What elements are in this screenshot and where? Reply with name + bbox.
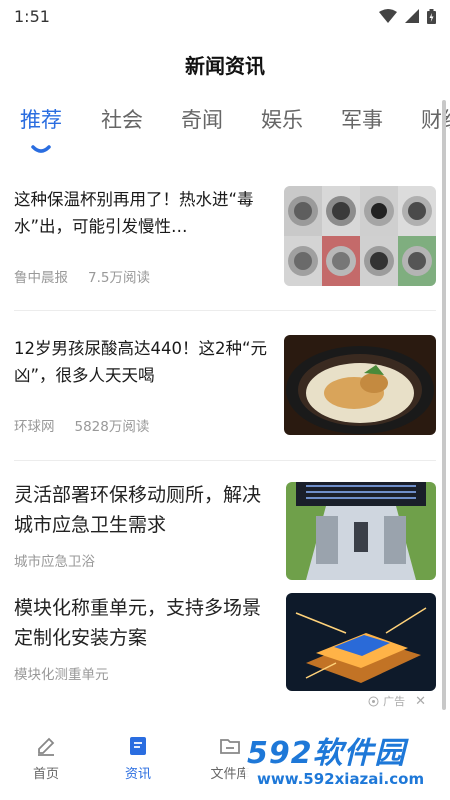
tab-military[interactable]: 军事 <box>322 104 402 164</box>
news-title: 这种保温杯别再用了！热水进“毒水”出，可能引发慢性… <box>14 190 254 236</box>
tab-recommend[interactable]: 推荐 <box>0 104 82 164</box>
tab-oddities[interactable]: 奇闻 <box>162 104 242 164</box>
watermark-logo: 592软件园 <box>247 736 406 771</box>
ad-meta: 城市应急卫浴 <box>14 550 95 570</box>
news-item[interactable]: 这种保温杯别再用了！热水进“毒水”出，可能引发慢性… 鲁中晨报 7.5万阅读 <box>14 186 436 286</box>
ad-badge: 广告 ✕ <box>368 693 426 709</box>
news-item[interactable]: 12岁男孩尿酸高达440！这2种“元凶”，很多人天天喝 环球网 5828万阅读 <box>14 335 436 435</box>
scrollbar[interactable] <box>442 100 446 710</box>
battery-icon <box>427 8 436 24</box>
divider <box>14 310 436 311</box>
news-source: 鲁中晨报 <box>14 270 68 286</box>
ad-title: 灵活部署环保移动厕所，解决城市应急卫生需求 <box>14 484 262 536</box>
ad-title: 模块化称重单元，支持多场景定制化安装方案 <box>14 597 262 649</box>
news-thumbnail <box>284 186 436 286</box>
ad-item[interactable]: 模块化称重单元，支持多场景定制化安装方案 模块化测重单元 广告 ✕ <box>14 593 436 709</box>
close-icon[interactable]: ✕ <box>415 694 426 709</box>
ad-thumbnail <box>286 482 436 580</box>
ad-info-icon <box>368 696 379 706</box>
nav-label: 资讯 <box>124 767 151 782</box>
nav-label: 首页 <box>32 767 59 782</box>
tab-active-indicator <box>31 145 51 153</box>
category-tabs: 推荐 社会 奇闻 娱乐 军事 财经 <box>0 104 450 164</box>
status-time: 1:51 <box>14 6 50 26</box>
folder-icon <box>220 739 240 754</box>
news-title: 12岁男孩尿酸高达440！这2种“元凶”，很多人天天喝 <box>14 339 268 385</box>
site-watermark: 592软件园 www.592xiazai.com <box>245 718 450 800</box>
ad-badge-label: 广告 <box>383 695 406 708</box>
ad-source: 城市应急卫浴 <box>14 554 95 570</box>
news-icon <box>130 737 146 755</box>
ad-meta: 模块化测重单元 <box>14 663 109 683</box>
news-source: 环球网 <box>14 419 55 435</box>
tab-label: 军事 <box>341 108 383 132</box>
watermark-url: www.592xiazai.com <box>257 770 425 788</box>
news-reads: 7.5万阅读 <box>88 270 150 286</box>
divider <box>14 460 436 461</box>
wifi-icon <box>379 9 397 23</box>
ad-source: 模块化测重单元 <box>14 667 109 683</box>
nav-home[interactable]: 首页 <box>0 735 92 800</box>
pencil-icon <box>38 737 55 756</box>
signal-icon <box>405 9 419 23</box>
tab-label: 奇闻 <box>181 108 223 132</box>
news-meta: 鲁中晨报 7.5万阅读 <box>14 266 150 286</box>
status-bar: 1:51 <box>0 0 450 32</box>
ad-thumbnail <box>286 593 436 691</box>
tab-label: 推荐 <box>20 108 62 132</box>
news-meta: 环球网 5828万阅读 <box>14 415 149 435</box>
news-reads: 5828万阅读 <box>74 419 150 435</box>
tab-label: 娱乐 <box>261 108 303 132</box>
nav-news[interactable]: 资讯 <box>92 735 184 800</box>
tab-entertainment[interactable]: 娱乐 <box>242 104 322 164</box>
tab-society[interactable]: 社会 <box>82 104 162 164</box>
tab-label: 社会 <box>101 108 143 132</box>
nav-label: 文件库 <box>210 767 250 782</box>
status-icons <box>379 8 436 24</box>
news-thumbnail <box>284 335 436 435</box>
page-title: 新闻资讯 <box>185 54 265 78</box>
ad-item[interactable]: 灵活部署环保移动厕所，解决城市应急卫生需求 城市应急卫浴 <box>14 480 436 580</box>
